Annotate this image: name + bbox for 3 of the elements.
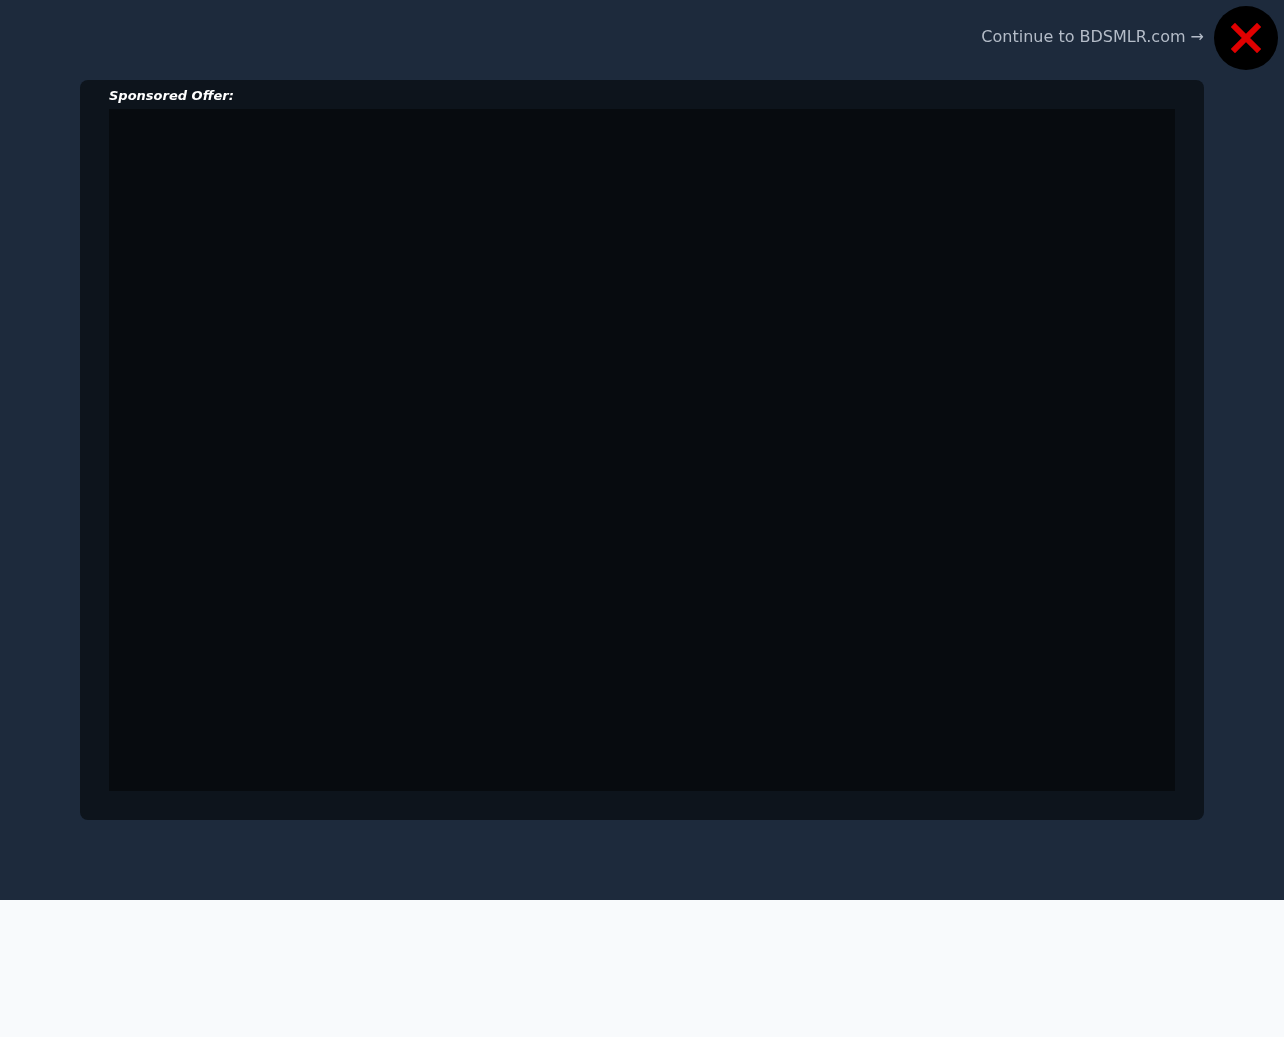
offer-label: Sponsored Offer: [109, 88, 235, 105]
continue-link[interactable]: Continue to BDSMLR.com → [981, 27, 1204, 46]
close-icon [1231, 23, 1261, 53]
